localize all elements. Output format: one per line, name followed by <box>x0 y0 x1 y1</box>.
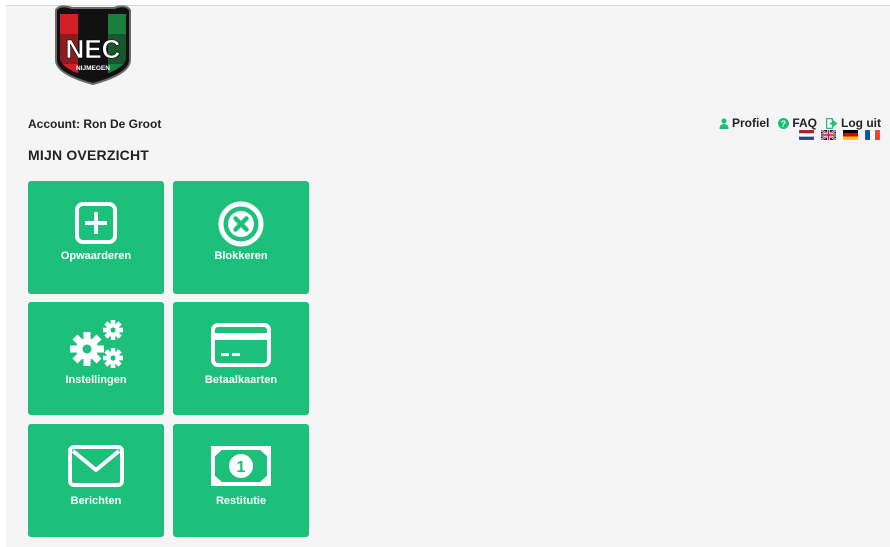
language-selector <box>799 130 880 140</box>
account-label: Account: Ron De Groot <box>28 117 162 131</box>
gears-icon <box>70 320 123 368</box>
svg-text:?: ? <box>781 118 786 128</box>
profile-link-label: Profiel <box>732 116 770 130</box>
tile-label: Instellingen <box>65 374 127 386</box>
flag-nl-icon[interactable] <box>799 130 814 140</box>
question-circle-icon: ? <box>778 117 790 129</box>
tile-berichten[interactable]: Berichten <box>28 424 164 537</box>
close-circle-icon <box>218 201 264 247</box>
tile-restitutie[interactable]: 1 Restitutie <box>173 424 309 537</box>
plus-square-icon <box>75 202 117 244</box>
envelope-icon <box>68 445 124 487</box>
flag-en-icon[interactable] <box>821 130 836 140</box>
tile-label: Betaalkaarten <box>204 374 278 386</box>
faq-link[interactable]: ? FAQ <box>778 116 817 130</box>
flag-de-icon[interactable] <box>843 130 858 140</box>
flag-fr-icon[interactable] <box>865 130 880 140</box>
banknote-icon: 1 <box>211 446 271 486</box>
tile-opwaarderen[interactable]: Opwaarderen <box>28 181 164 294</box>
tile-label: Blokkeren <box>214 250 268 262</box>
logo-text: NEC <box>66 34 121 64</box>
tile-label: Restitutie <box>215 495 267 507</box>
logout-link[interactable]: Log uit <box>826 116 881 130</box>
logout-link-label: Log uit <box>841 116 881 130</box>
credit-card-icon <box>211 323 271 367</box>
tile-instellingen[interactable]: Instellingen <box>28 302 164 415</box>
sign-out-icon <box>826 117 838 129</box>
top-nav: Profiel ? FAQ Log uit <box>719 116 881 130</box>
tile-label: Berichten <box>70 495 122 507</box>
page-title: MIJN OVERZICHT <box>28 147 150 163</box>
tile-blokkeren[interactable]: Blokkeren <box>173 181 309 294</box>
user-icon <box>719 117 729 129</box>
profile-link[interactable]: Profiel <box>719 116 769 130</box>
page-container: NEC NIJMEGEN Account: Ron De Groot MIJN … <box>6 5 890 547</box>
tile-betaalkaarten[interactable]: Betaalkaarten <box>173 302 309 415</box>
svg-text:1: 1 <box>237 459 246 476</box>
club-logo: NEC NIJMEGEN <box>50 4 136 86</box>
faq-link-label: FAQ <box>792 116 818 130</box>
logo-subtext: NIJMEGEN <box>76 65 110 72</box>
tile-label: Opwaarderen <box>60 250 132 262</box>
